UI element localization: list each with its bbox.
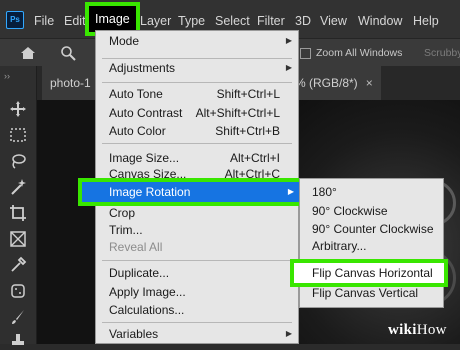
zoom-all-windows-label: Zoom All Windows (316, 47, 403, 59)
menu-item-variables[interactable]: Variables ▶ (96, 324, 298, 344)
menu-separator (102, 322, 292, 323)
brush-tool-icon[interactable] (9, 308, 27, 326)
menu-item-image-rotation[interactable]: Image Rotation ▶ (78, 178, 304, 206)
submenu-arrow-icon: ▶ (287, 187, 294, 196)
menu-item-label: Mode (109, 34, 140, 48)
submenu-arrow-icon: ▶ (285, 36, 292, 45)
menu-item-label: Auto Contrast (109, 106, 183, 120)
submenu-item-90-cw[interactable]: 90° Clockwise (300, 201, 443, 221)
document-tab-info[interactable]: % (RGB/8*) × (287, 66, 381, 100)
submenu-item-flip-canvas-horizontal[interactable]: Flip Canvas Horizontal (290, 259, 448, 287)
document-tab-title: photo-1 (50, 76, 91, 90)
image-rotation-submenu: 180° 90° Clockwise 90° Counter Clockwise… (290, 178, 448, 308)
submenu-item-label: 180° (312, 185, 337, 199)
menu-item-reveal-all: Reveal All (96, 237, 298, 257)
menu-item-label: Canvas Size... (109, 167, 187, 181)
menu-item-label: Calculations... (109, 303, 185, 317)
tools-panel: ›› (0, 66, 37, 345)
marquee-tool-icon[interactable] (9, 126, 27, 144)
menu-type[interactable]: Type (178, 14, 205, 28)
menu-item-auto-tone[interactable]: Auto Tone Shift+Ctrl+L (96, 84, 298, 104)
menu-file[interactable]: File (34, 14, 54, 28)
healing-brush-tool-icon[interactable] (9, 282, 27, 300)
menu-image[interactable]: Image (85, 2, 140, 36)
menu-separator (102, 260, 292, 261)
eyedropper-tool-icon[interactable] (9, 256, 27, 274)
expand-panel-icon[interactable]: ›› (4, 71, 10, 81)
watermark-wiki: wiki (388, 322, 417, 338)
menu-item-shortcut: Alt+Shift+Ctrl+L (195, 106, 280, 120)
menu-item-label: Reveal All (109, 240, 163, 254)
submenu-item-label: Arbitrary... (312, 239, 367, 253)
move-tool-icon[interactable] (9, 100, 27, 118)
submenu-item-label: Flip Canvas Horizontal (312, 266, 433, 280)
menu-item-shortcut: Shift+Ctrl+L (216, 87, 280, 101)
scrubby-zoom-label[interactable]: Scrubby (424, 47, 460, 59)
lasso-tool-icon[interactable] (9, 152, 27, 170)
submenu-arrow-icon: ▶ (285, 63, 292, 72)
frame-tool-icon[interactable] (9, 230, 27, 248)
close-tab-icon[interactable]: × (366, 76, 373, 90)
menu-separator (306, 259, 437, 260)
menu-item-auto-color[interactable]: Auto Color Shift+Ctrl+B (96, 121, 298, 141)
menu-select[interactable]: Select (215, 14, 250, 28)
wikihow-watermark: wikiHow (388, 322, 447, 339)
menu-item-calculations[interactable]: Calculations... (96, 300, 298, 320)
menu-separator (102, 143, 292, 144)
menu-item-auto-contrast[interactable]: Auto Contrast Alt+Shift+Ctrl+L (96, 103, 298, 123)
menu-item-adjustments[interactable]: Adjustments ▶ (96, 58, 298, 78)
menu-item-label: Auto Color (109, 124, 166, 138)
magic-wand-tool-icon[interactable] (9, 178, 27, 196)
submenu-item-label: Flip Canvas Vertical (312, 286, 419, 300)
image-menu-dropdown: Mode ▶ Adjustments ▶ Auto Tone Shift+Ctr… (78, 30, 304, 344)
menu-item-apply-image[interactable]: Apply Image... (96, 282, 298, 302)
menu-filter[interactable]: Filter (257, 14, 285, 28)
menu-item-duplicate[interactable]: Duplicate... (96, 263, 298, 283)
zoom-tool-icon[interactable] (60, 45, 76, 61)
menu-layer[interactable]: Layer (140, 14, 171, 28)
menu-item-mode[interactable]: Mode ▶ (96, 31, 298, 51)
document-tab-mode: % (RGB/8*) (295, 76, 358, 90)
submenu-item-label: 90° Clockwise (312, 204, 388, 218)
menu-item-shortcut: Shift+Ctrl+B (215, 124, 280, 138)
menu-item-shortcut: Alt+Ctrl+C (224, 167, 280, 181)
menu-item-label: Variables (109, 327, 159, 341)
submenu-item-arbitrary[interactable]: Arbitrary... (300, 236, 443, 256)
menu-item-label: Apply Image... (109, 285, 186, 299)
submenu-item-180[interactable]: 180° (300, 182, 443, 202)
watermark-how: How (416, 322, 447, 338)
menu-separator (102, 82, 292, 83)
zoom-all-windows-checkbox[interactable]: Zoom All Windows (300, 47, 402, 59)
menu-window[interactable]: Window (358, 14, 402, 28)
menu-item-label: Adjustments (109, 61, 176, 75)
submenu-item-flip-canvas-vertical[interactable]: Flip Canvas Vertical (300, 283, 443, 303)
menu-item-label: Auto Tone (109, 87, 163, 101)
home-icon[interactable] (20, 45, 36, 61)
menu-3d[interactable]: 3D (295, 14, 311, 28)
menu-edit[interactable]: Edit (64, 14, 86, 28)
crop-tool-icon[interactable] (9, 204, 27, 222)
stamp-tool-icon[interactable] (9, 332, 27, 350)
submenu-arrow-icon: ▶ (285, 329, 292, 338)
menu-help[interactable]: Help (413, 14, 439, 28)
photoshop-logo-icon: Ps (6, 11, 24, 29)
menu-item-label: Duplicate... (109, 266, 170, 280)
menu-view[interactable]: View (320, 14, 347, 28)
checkbox-icon (300, 47, 311, 59)
menu-item-label: Image Rotation (109, 185, 191, 199)
menu-item-canvas-size[interactable]: Canvas Size... Alt+Ctrl+C (96, 164, 298, 184)
